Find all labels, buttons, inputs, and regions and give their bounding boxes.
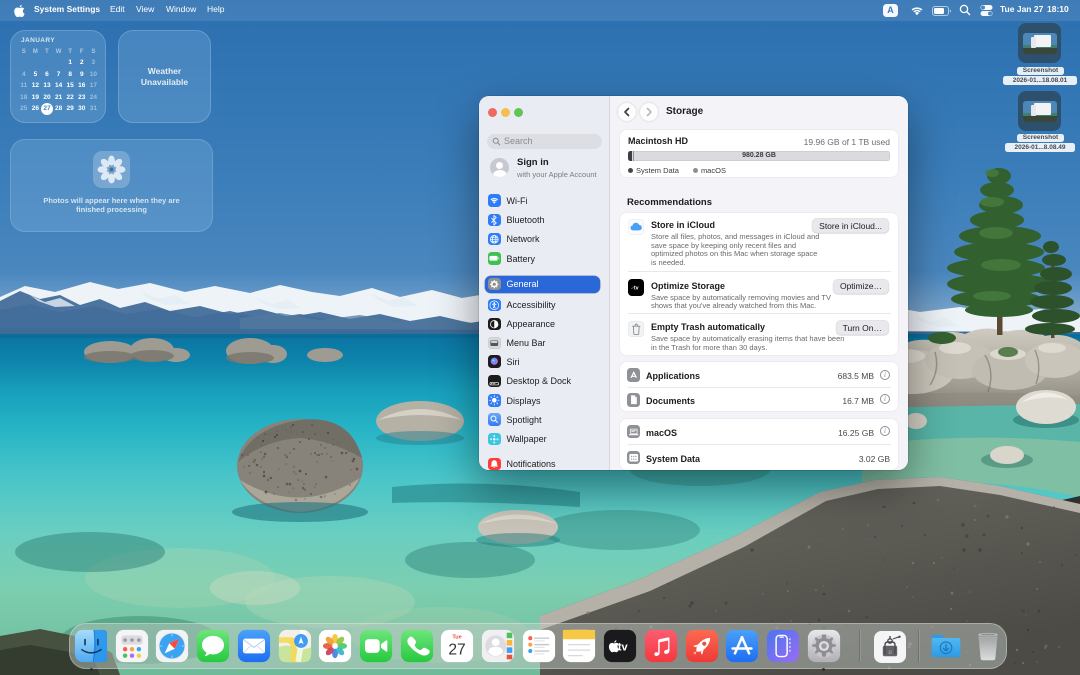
svg-text:⌂: ⌂: [888, 650, 891, 656]
svg-text:Tue: Tue: [453, 634, 462, 640]
svg-text:tv: tv: [618, 641, 629, 653]
svg-text:27: 27: [449, 641, 466, 658]
svg-text:tv: tv: [633, 285, 638, 291]
